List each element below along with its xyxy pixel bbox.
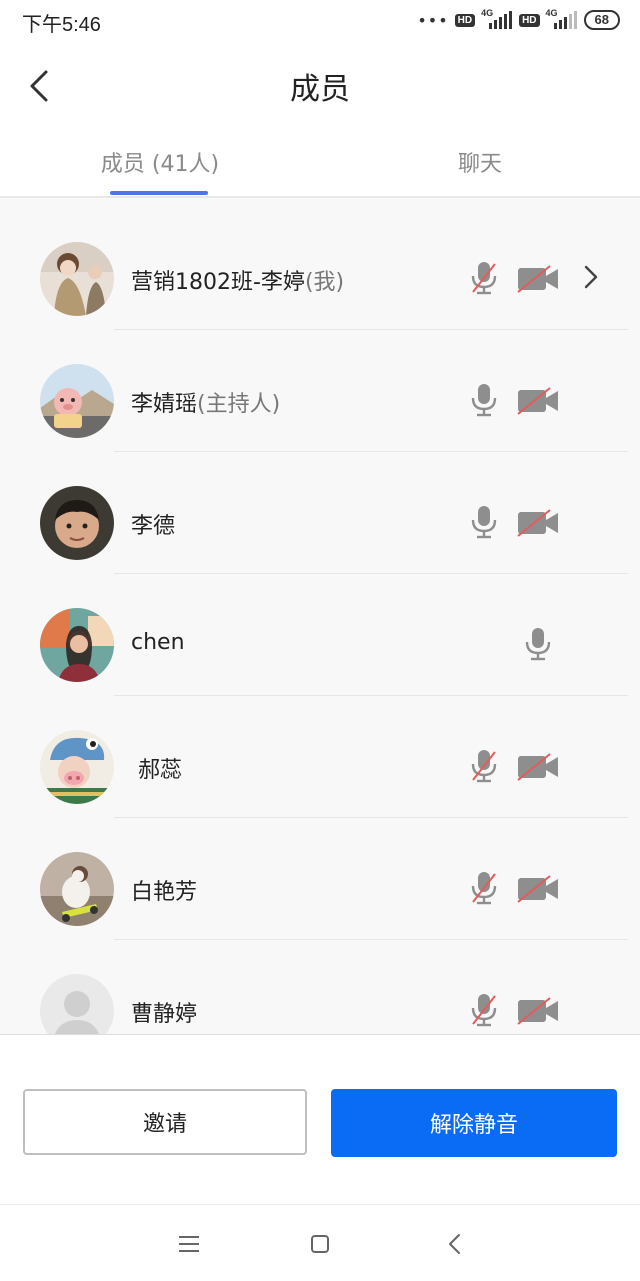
top-bar: 成员 bbox=[0, 40, 640, 130]
tab-members[interactable]: 成员 (41人) bbox=[0, 146, 320, 178]
network-type-2: 4G bbox=[545, 8, 558, 18]
camera-off-icon[interactable] bbox=[516, 508, 560, 538]
signal-icon-2: 4G bbox=[545, 8, 578, 29]
tab-chat[interactable]: 聊天 bbox=[320, 146, 640, 178]
avatar bbox=[40, 852, 114, 926]
avatar bbox=[40, 730, 114, 804]
member-name-text: 李德 bbox=[131, 514, 176, 539]
status-bar: 下午5:46 ••• HD 4G HD 4G 68 bbox=[0, 0, 640, 40]
back-icon[interactable] bbox=[440, 1229, 470, 1259]
avatar bbox=[40, 608, 114, 682]
camera-off-icon[interactable] bbox=[516, 996, 560, 1026]
member-row[interactable]: chen bbox=[0, 574, 640, 696]
member-role-suffix: (我) bbox=[304, 270, 345, 295]
avatar bbox=[40, 486, 114, 560]
system-nav-bar bbox=[0, 1204, 640, 1281]
unmute-all-button[interactable]: 解除静音 bbox=[331, 1089, 617, 1157]
member-row[interactable]: 李德 bbox=[0, 452, 640, 574]
member-name-text: 白艳芳 bbox=[131, 880, 198, 905]
mic-muted-icon[interactable] bbox=[468, 992, 500, 1028]
member-name-text: 营销1802班-李婷 bbox=[131, 270, 305, 295]
tab-indicator bbox=[110, 191, 208, 195]
member-role-suffix: (主持人) bbox=[197, 392, 281, 417]
camera-off-icon[interactable] bbox=[516, 264, 560, 294]
mic-icon[interactable] bbox=[468, 382, 500, 418]
invite-button[interactable]: 邀请 bbox=[23, 1089, 307, 1155]
member-list: 营销1802班-李婷(我) 李婧瑶(主持人) 李德 chen 郝蕊 白艳芳 曹静… bbox=[0, 198, 640, 1034]
avatar bbox=[40, 364, 114, 438]
tab-bar: 成员 (41人) 聊天 bbox=[0, 130, 640, 198]
network-type: 4G bbox=[481, 8, 494, 18]
signal-icon: 4G bbox=[481, 8, 513, 29]
home-icon[interactable] bbox=[305, 1229, 335, 1259]
chevron-right-icon[interactable] bbox=[580, 264, 602, 290]
camera-off-icon[interactable] bbox=[516, 752, 560, 782]
status-indicators: ••• HD 4G HD 4G 68 bbox=[417, 8, 620, 30]
mic-muted-icon[interactable] bbox=[468, 870, 500, 906]
member-row[interactable]: 李婧瑶(主持人) bbox=[0, 330, 640, 452]
member-name-text: chen bbox=[131, 630, 185, 655]
mic-icon[interactable] bbox=[522, 626, 554, 662]
bottom-divider bbox=[0, 1034, 640, 1035]
member-row[interactable]: 曹静婷 bbox=[0, 940, 640, 1034]
hd-badge-2: HD bbox=[519, 13, 540, 27]
mic-muted-icon[interactable] bbox=[468, 748, 500, 784]
menu-icon[interactable] bbox=[174, 1229, 204, 1259]
member-row[interactable]: 白艳芳 bbox=[0, 818, 640, 940]
page-title: 成员 bbox=[290, 72, 350, 107]
member-name: 李婧瑶(主持人) bbox=[131, 386, 280, 418]
mic-muted-icon[interactable] bbox=[468, 260, 500, 296]
camera-off-icon[interactable] bbox=[516, 386, 560, 416]
member-row[interactable]: 营销1802班-李婷(我) bbox=[0, 208, 640, 330]
mic-icon[interactable] bbox=[468, 504, 500, 540]
member-name: 曹静婷 bbox=[131, 996, 197, 1028]
status-time: 下午5:46 bbox=[22, 14, 101, 36]
avatar bbox=[40, 974, 114, 1034]
member-name: 白艳芳 bbox=[131, 874, 197, 906]
hd-badge: HD bbox=[454, 13, 476, 27]
member-name-text: 李婧瑶 bbox=[131, 392, 198, 417]
member-name: 郝蕊 bbox=[131, 752, 182, 784]
battery-icon: 68 bbox=[583, 10, 620, 30]
camera-off-icon[interactable] bbox=[516, 874, 560, 904]
more-dots-icon: ••• bbox=[417, 10, 449, 30]
member-name: chen bbox=[131, 630, 185, 655]
member-name: 营销1802班-李婷(我) bbox=[131, 264, 344, 296]
member-row[interactable]: 郝蕊 bbox=[0, 696, 640, 818]
avatar bbox=[40, 242, 114, 316]
member-name-text: 曹静婷 bbox=[131, 1002, 198, 1027]
member-name-text: 郝蕊 bbox=[131, 758, 182, 783]
member-name: 李德 bbox=[131, 508, 175, 540]
